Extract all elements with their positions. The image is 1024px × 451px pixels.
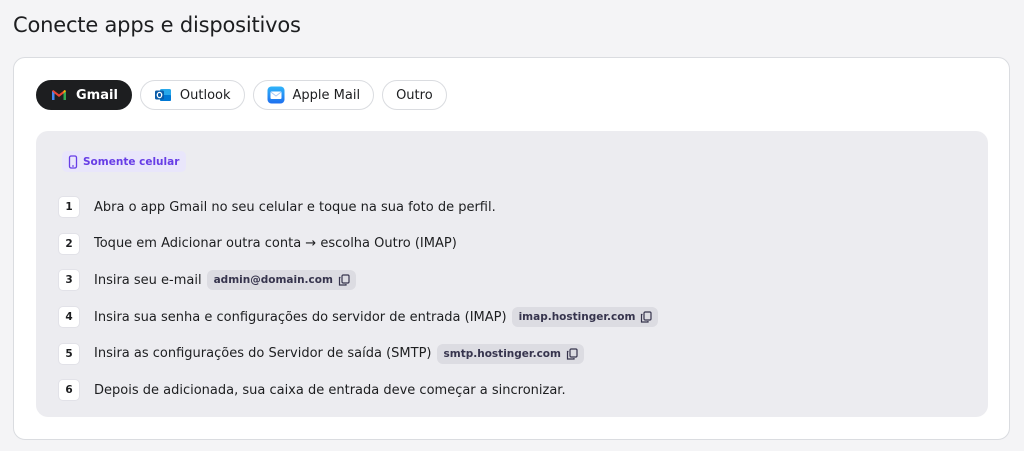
tab-other-label: Outro — [396, 87, 433, 103]
mobile-only-badge: Somente celular — [62, 151, 187, 172]
step-text: Insira sua senha e configurações do serv… — [94, 309, 507, 325]
step-list: 1 Abra o app Gmail no seu celular e toqu… — [58, 189, 659, 409]
tab-gmail[interactable]: Gmail — [36, 80, 132, 110]
tab-outlook[interactable]: Outlook — [139, 80, 245, 110]
tab-apple-mail-label: Apple Mail — [292, 87, 361, 103]
step-text: Abra o app Gmail no seu celular e toque … — [94, 199, 496, 215]
step-text: Toque em Adicionar outra conta → escolha… — [94, 236, 457, 252]
copy-smtp-chip[interactable]: smtp.hostinger.com — [436, 343, 584, 364]
copy-icon — [338, 274, 350, 287]
step-number: 6 — [58, 379, 80, 402]
step-text: Depois de adicionada, sua caixa de entra… — [94, 382, 566, 398]
tab-outlook-label: Outlook — [179, 87, 231, 103]
apple-mail-icon — [266, 85, 286, 105]
smtp-server-value: smtp.hostinger.com — [443, 347, 561, 360]
outlook-icon — [153, 85, 173, 105]
step-item: 2 Toque em Adicionar outra conta → escol… — [58, 226, 658, 263]
tab-other[interactable]: Outro — [382, 80, 447, 110]
phone-icon — [67, 154, 79, 169]
copy-icon — [640, 311, 653, 323]
copy-icon — [566, 348, 578, 360]
step-number: 2 — [58, 232, 80, 255]
imap-server-value: imap.hostinger.com — [518, 311, 636, 324]
step-item: 5 Insira as configurações do Servidor de… — [58, 335, 658, 372]
gmail-icon — [49, 85, 69, 105]
tab-gmail-label: Gmail — [76, 87, 118, 103]
step-item: 1 Abra o app Gmail no seu celular e toqu… — [58, 189, 658, 226]
step-item: 4 Insira sua senha e configurações do se… — [58, 299, 659, 336]
email-value: admin@domain.com — [213, 274, 333, 287]
step-number: 1 — [58, 196, 80, 219]
copy-email-chip[interactable]: admin@domain.com — [206, 270, 356, 291]
page-title: Conecte apps e dispositivos — [13, 13, 301, 37]
step-text: Insira seu e-mail — [94, 272, 202, 288]
step-number: 5 — [58, 342, 80, 365]
instructions-panel: Somente celular 1 Abra o app Gmail no se… — [36, 131, 988, 417]
step-text: Insira as configurações do Servidor de s… — [94, 346, 432, 362]
copy-imap-chip[interactable]: imap.hostinger.com — [511, 307, 659, 328]
step-item: 6 Depois de adicionada, sua caixa de ent… — [58, 372, 658, 409]
connect-card: Gmail Outlook Apple Mail Outro Somente c… — [13, 57, 1010, 440]
step-number: 3 — [58, 269, 80, 292]
badge-label: Somente celular — [83, 155, 180, 168]
step-item: 3 Insira seu e-mail admin@domain.com — [58, 262, 658, 299]
client-tabs: Gmail Outlook Apple Mail Outro — [36, 80, 447, 110]
tab-apple-mail[interactable]: Apple Mail — [252, 80, 375, 110]
step-number: 4 — [58, 306, 80, 329]
